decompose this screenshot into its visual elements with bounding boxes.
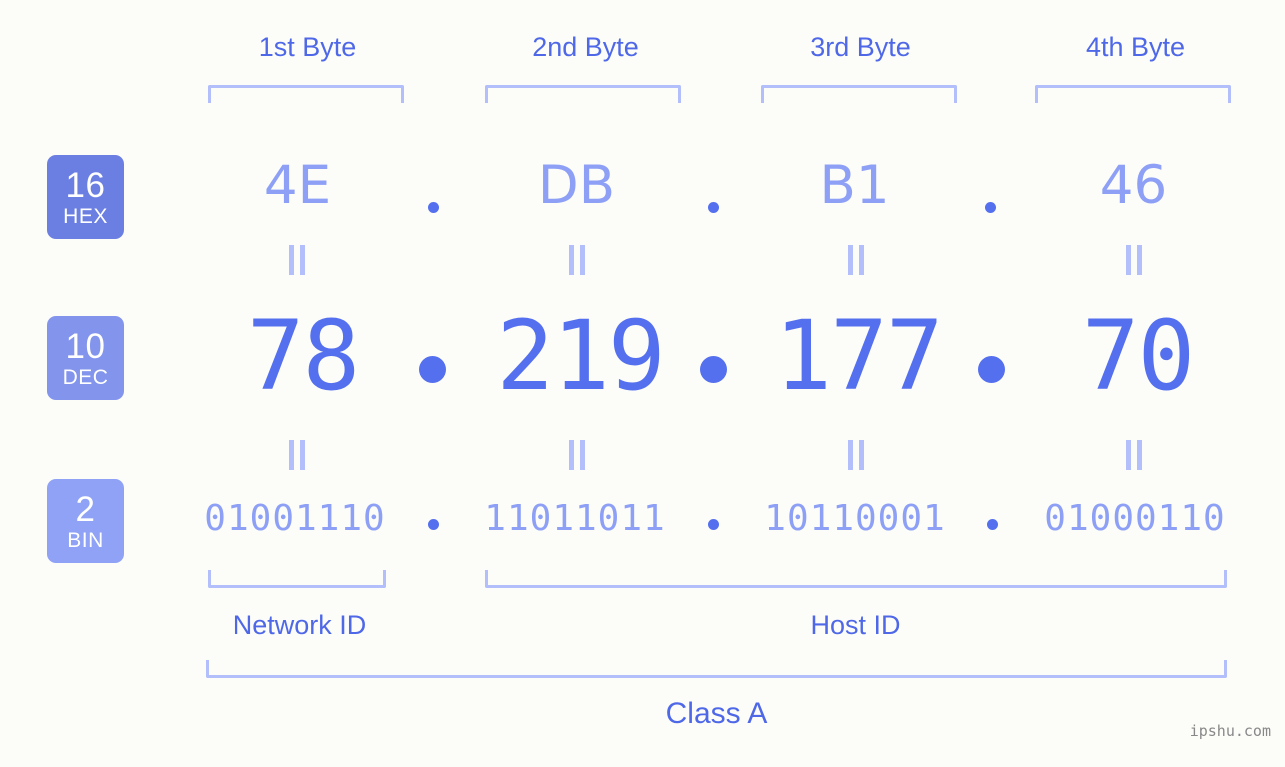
byte-header-2: 2nd Byte	[532, 32, 639, 62]
hex-octet-4: 46	[1099, 155, 1168, 216]
bin-separator-1	[428, 519, 439, 530]
equality-marker-dec-bin-1	[289, 440, 306, 470]
class-label: Class A	[665, 697, 768, 730]
equality-marker-dec-bin-4	[1126, 440, 1143, 470]
byte-bracket-4	[1035, 85, 1231, 103]
ip-address-diagram: 1st Byte 2nd Byte 3rd Byte 4th Byte 16 H…	[0, 0, 1285, 767]
dec-octet-4: 70	[1081, 300, 1196, 412]
byte-bracket-1	[208, 85, 404, 103]
bin-octet-2: 11011011	[484, 498, 666, 539]
byte-bracket-2	[485, 85, 681, 103]
byte-header-4: 4th Byte	[1085, 32, 1186, 62]
hex-separator-2	[708, 202, 719, 213]
host-id-label: Host ID	[810, 610, 901, 640]
byte-header-1: 1st Byte	[258, 32, 357, 62]
hex-row: 4E DB B1 46	[0, 155, 1285, 225]
equality-marker-hex-dec-3	[848, 245, 865, 275]
equality-marker-hex-dec-2	[569, 245, 586, 275]
byte-header-3: 3rd Byte	[810, 32, 911, 62]
equality-marker-hex-dec-1	[289, 245, 306, 275]
hex-separator-1	[428, 202, 439, 213]
network-id-bracket	[208, 570, 386, 588]
bin-octet-3: 10110001	[764, 498, 946, 539]
byte-bracket-3	[761, 85, 957, 103]
bin-octet-4: 01000110	[1044, 498, 1226, 539]
dec-octet-1: 78	[246, 300, 361, 412]
bin-separator-3	[987, 519, 998, 530]
equality-marker-dec-bin-2	[569, 440, 586, 470]
bin-separator-2	[708, 519, 719, 530]
equality-marker-dec-bin-3	[848, 440, 865, 470]
dec-octet-3: 177	[774, 300, 943, 412]
bin-octet-1: 01001110	[204, 498, 386, 539]
dec-separator-1	[419, 356, 446, 383]
dec-octet-2: 219	[496, 300, 665, 412]
hex-octet-3: B1	[819, 155, 890, 216]
watermark: ipshu.com	[1189, 722, 1271, 740]
dec-row: 78 219 177 70	[0, 300, 1285, 420]
hex-octet-1: 4E	[263, 155, 332, 216]
class-bracket	[206, 660, 1227, 678]
dec-separator-3	[978, 356, 1005, 383]
bin-row: 01001110 11011011 10110001 01000110	[0, 498, 1285, 548]
network-id-label: Network ID	[232, 610, 367, 640]
equality-marker-hex-dec-4	[1126, 245, 1143, 275]
hex-separator-3	[985, 202, 996, 213]
host-id-bracket	[485, 570, 1227, 588]
hex-octet-2: DB	[537, 155, 616, 216]
dec-separator-2	[700, 356, 727, 383]
